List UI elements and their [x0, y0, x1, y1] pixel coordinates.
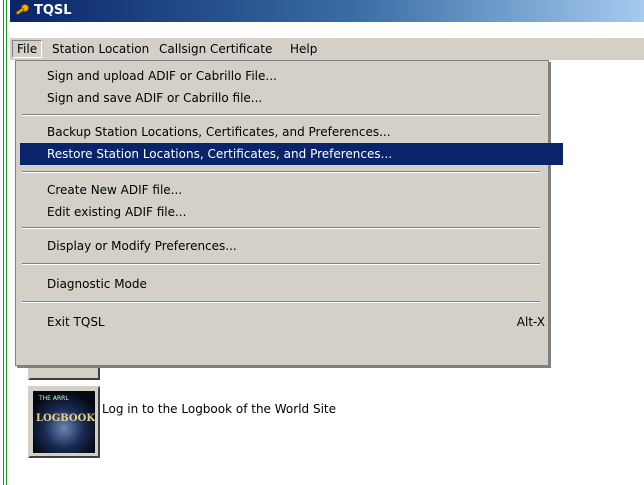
- menu-item-create-adif[interactable]: Create New ADIF file...: [20, 179, 563, 201]
- lotw-logo: THE ARRL LOGBOOK: [33, 391, 95, 453]
- menu-item-label: Sign and upload ADIF or Cabrillo File...: [47, 69, 277, 83]
- menu-file[interactable]: File: [12, 40, 43, 58]
- menu-separator: [22, 227, 540, 229]
- menu-item-label: Create New ADIF file...: [47, 183, 183, 197]
- menu-item-label: Edit existing ADIF file...: [47, 205, 187, 219]
- menu-item-label: Restore Station Locations, Certificates,…: [47, 147, 393, 161]
- file-menu-dropdown: Sign and upload ADIF or Cabrillo File...…: [15, 60, 563, 366]
- menu-bar: File Station Location Callsign Certifica…: [10, 37, 644, 60]
- title-bar[interactable]: TQSL: [10, 0, 644, 22]
- menu-item-edit-adif[interactable]: Edit existing ADIF file...: [20, 201, 563, 223]
- menu-help[interactable]: Help: [286, 41, 321, 57]
- menu-separator: [22, 301, 540, 303]
- menu-item-diagnostic[interactable]: Diagnostic Mode: [20, 273, 563, 295]
- menu-item-label: Sign and save ADIF or Cabrillo file...: [47, 91, 263, 105]
- menu-separator: [22, 263, 540, 265]
- lotw-label: Log in to the Logbook of the World Site: [102, 402, 336, 416]
- window-edge: [0, 0, 8, 485]
- menu-separator: [22, 114, 540, 116]
- menu-item-backup[interactable]: Backup Station Locations, Certificates, …: [20, 121, 563, 143]
- menu-callsign-certificate[interactable]: Callsign Certificate: [155, 41, 276, 57]
- lotw-logo-top-text: THE ARRL: [39, 395, 69, 402]
- menu-item-preferences[interactable]: Display or Modify Preferences...: [20, 235, 563, 257]
- menu-item-label: Diagnostic Mode: [47, 277, 147, 291]
- green-line: [3, 0, 4, 485]
- window-title: TQSL: [34, 3, 72, 18]
- menu-item-sign-save[interactable]: Sign and save ADIF or Cabrillo file...: [20, 87, 563, 109]
- action-button[interactable]: [28, 366, 100, 380]
- lotw-button[interactable]: THE ARRL LOGBOOK: [28, 386, 100, 458]
- menu-item-label: Backup Station Locations, Certificates, …: [47, 125, 391, 139]
- menu-item-exit[interactable]: Exit TQSL Alt-X: [20, 311, 563, 333]
- menu-item-accelerator: Alt-X: [516, 315, 545, 329]
- menu-separator: [22, 171, 540, 173]
- key-icon: [15, 4, 29, 16]
- menu-item-sign-upload[interactable]: Sign and upload ADIF or Cabrillo File...: [20, 65, 563, 87]
- menu-item-label: Display or Modify Preferences...: [47, 239, 237, 253]
- green-line: [6, 0, 7, 485]
- menu-station-location[interactable]: Station Location: [48, 41, 153, 57]
- menu-item-restore[interactable]: Restore Station Locations, Certificates,…: [20, 143, 563, 165]
- menu-item-label: Exit TQSL: [47, 315, 105, 329]
- lotw-logo-text: LOGBOOK: [36, 413, 96, 424]
